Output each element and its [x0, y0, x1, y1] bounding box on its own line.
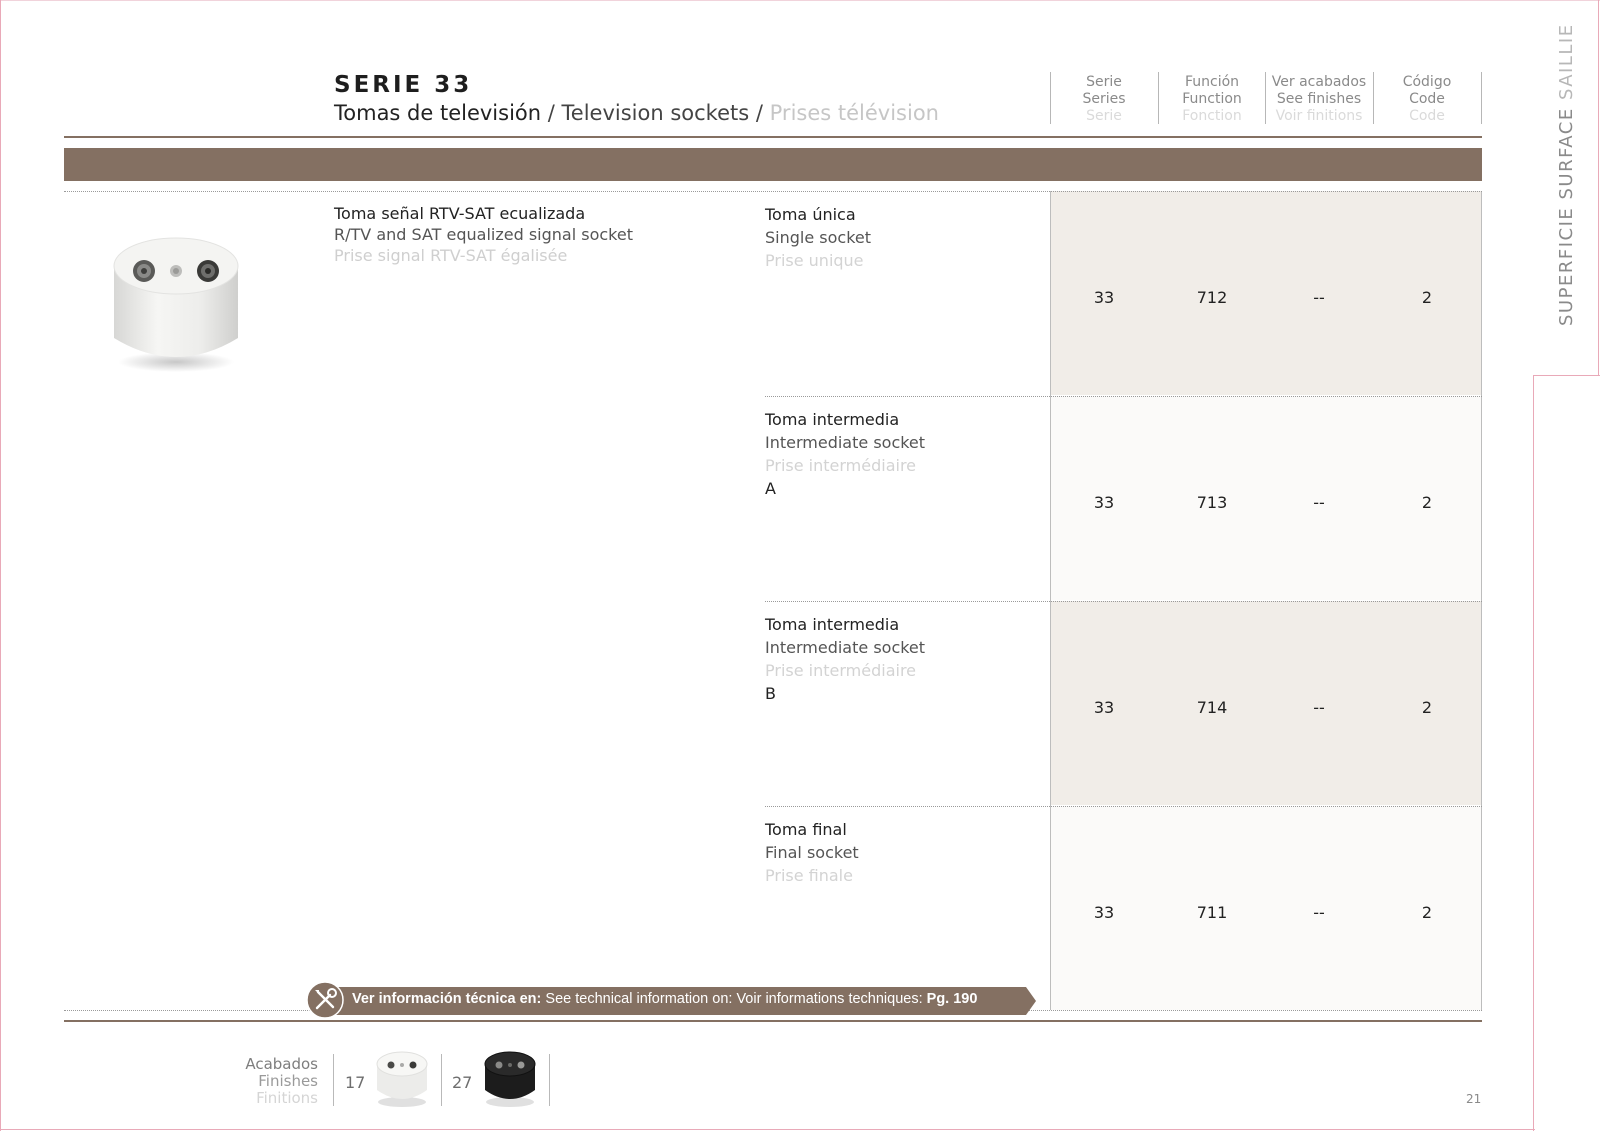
cell-serie: 33 [1093, 493, 1115, 512]
page-number: 21 [1466, 1092, 1482, 1106]
cell-acabados: -- [1313, 698, 1325, 717]
subtitle-fr: Prises télévision [769, 101, 939, 125]
info-fr: Voir informations techniques: [736, 991, 923, 1007]
cell-serie: 33 [1093, 288, 1115, 307]
dotted-divider [765, 396, 1482, 397]
cell-codigo: 2 [1421, 288, 1433, 307]
column-header-acabados: Ver acabados See finishes Voir finitions [1271, 74, 1367, 124]
column-separator [1481, 72, 1482, 124]
finish-separator [441, 1054, 442, 1106]
side-tab-label: SUPERFICIE SURFACE SAILLIE [1556, 23, 1577, 326]
page-edge-upright [1598, 0, 1599, 376]
page-edge-notch [1533, 375, 1600, 376]
product-name-es: Toma señal RTV-SAT ecualizada [334, 204, 586, 223]
finish-swatch-white [376, 1051, 428, 1107]
variant-label: Toma única Single socket Prise unique [765, 205, 872, 270]
page-edge-left [0, 0, 1, 1131]
info-page[interactable]: Pg. 190 [927, 991, 978, 1007]
dotted-divider [765, 806, 1482, 807]
variant-label: Toma intermedia Intermediate socket Pris… [765, 410, 926, 498]
product-name-fr: Prise signal RTV-SAT égalisée [334, 246, 568, 265]
column-header-serie: Serie Series Serie [1082, 74, 1126, 124]
cell-acabados: -- [1313, 288, 1325, 307]
cell-funcion: 714 [1196, 698, 1228, 717]
finishes-label: Acabados Finishes Finitions [245, 1055, 318, 1107]
series-title: SERIE 33 [334, 72, 473, 98]
cell-acabados: -- [1313, 493, 1325, 512]
subtitle-es: Tomas de televisión [334, 101, 542, 125]
subtitle-separator: / [547, 101, 555, 125]
variant-label: Toma final Final socket Prise finale [765, 820, 859, 885]
cell-funcion: 711 [1196, 903, 1228, 922]
cell-codigo: 2 [1421, 493, 1433, 512]
cell-funcion: 713 [1196, 493, 1228, 512]
cell-funcion: 712 [1196, 288, 1228, 307]
finish-separator [333, 1054, 334, 1106]
cell-codigo: 2 [1421, 903, 1433, 922]
bottom-rule [64, 1020, 1482, 1022]
finish-separator [549, 1054, 550, 1106]
page-edge-bottom [0, 1129, 1535, 1130]
dotted-divider [64, 191, 1482, 192]
cell-acabados: -- [1313, 903, 1325, 922]
header-rule [64, 136, 1482, 138]
page-edge-right [1533, 375, 1534, 1131]
dotted-divider [765, 601, 1482, 602]
cell-serie: 33 [1093, 903, 1115, 922]
finish-code: 17 [345, 1073, 366, 1092]
product-name-en: R/TV and SAT equalized signal socket [334, 225, 633, 244]
info-es: Ver información técnica en: [352, 991, 542, 1007]
subtitle-en: Television sockets [561, 101, 750, 125]
page-edge-top [0, 0, 1600, 1]
technical-info-text[interactable]: Ver información técnica en: See technica… [352, 991, 977, 1007]
finish-swatch-black [484, 1051, 536, 1107]
variant-label: Toma intermedia Intermediate socket Pris… [765, 615, 926, 703]
series-subtitle: Tomas de televisión / Television sockets… [334, 101, 939, 125]
info-en: See technical information on: [545, 991, 733, 1007]
cell-codigo: 2 [1421, 698, 1433, 717]
cell-serie: 33 [1093, 698, 1115, 717]
column-header-codigo: Código Code Code [1402, 74, 1452, 124]
column-header-funcion: Función Function Fonction [1182, 74, 1242, 124]
product-image-socket [113, 237, 239, 372]
tools-icon [306, 981, 344, 1019]
product-description: Toma señal RTV-SAT ecualizada R/TV and S… [334, 203, 633, 266]
finish-code: 27 [452, 1073, 473, 1092]
variant-letter: A [765, 479, 776, 498]
brown-band [64, 148, 1482, 181]
subtitle-separator: / [755, 101, 763, 125]
variant-letter: B [765, 684, 776, 703]
